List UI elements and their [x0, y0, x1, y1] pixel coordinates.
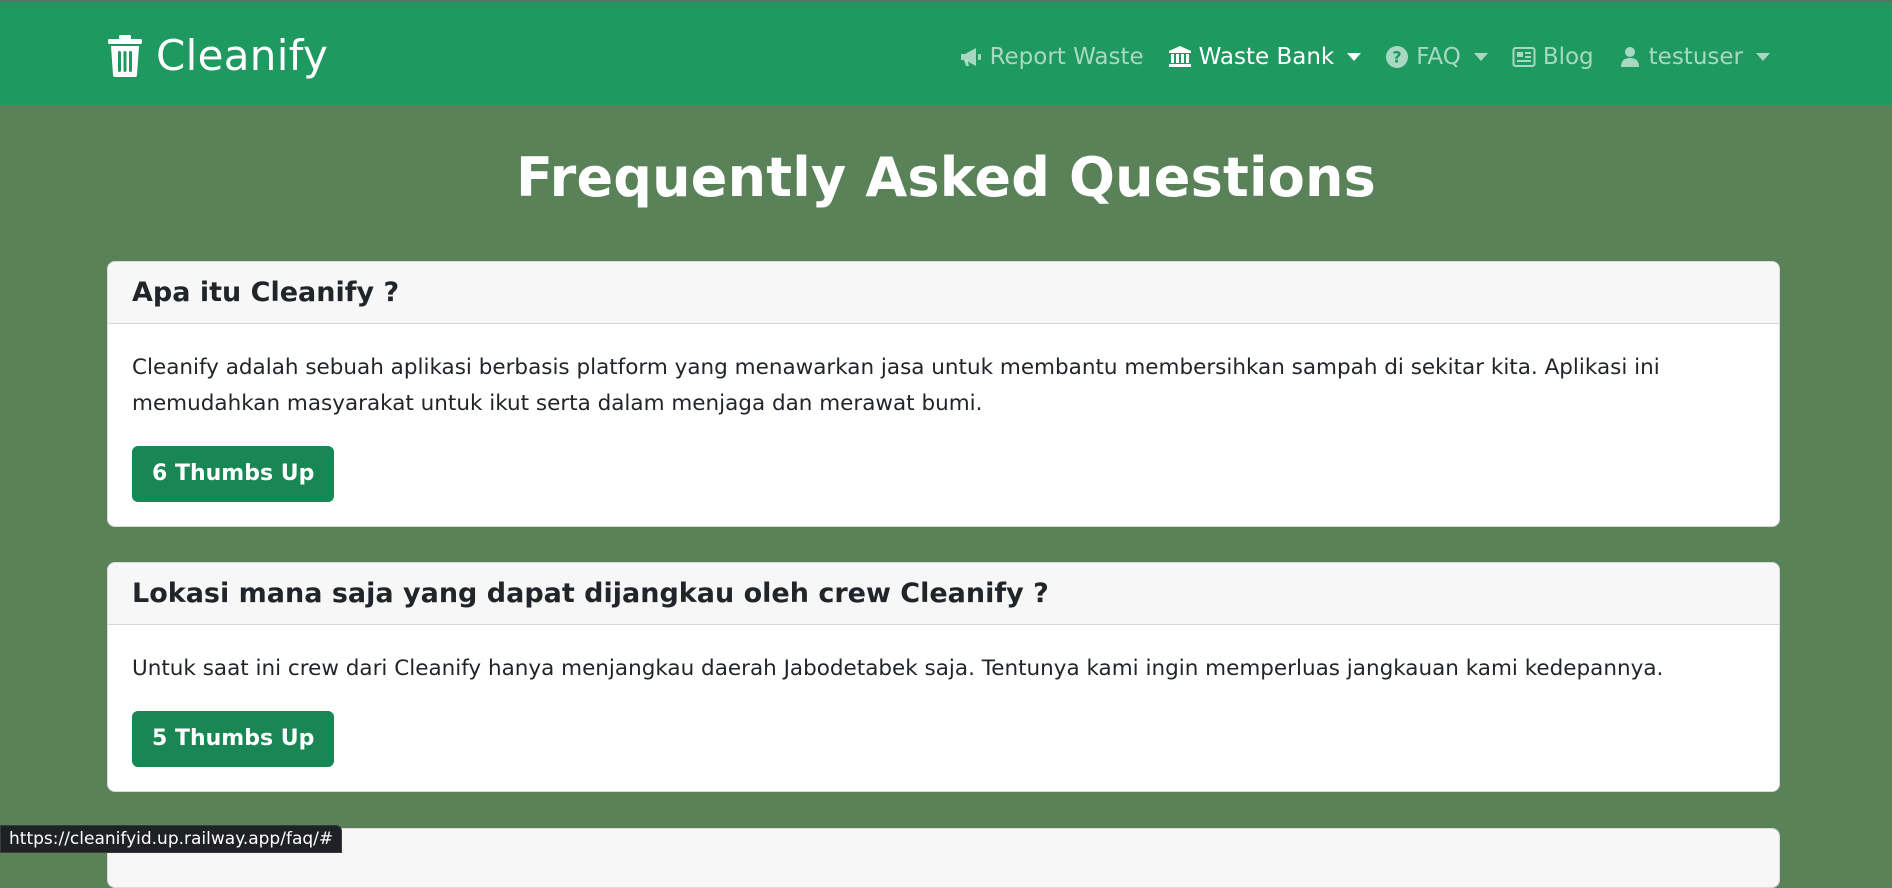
brand-link[interactable]: Cleanify — [108, 30, 328, 82]
thumbs-up-button[interactable]: 6 Thumbs Up — [132, 446, 335, 502]
nav-item-faq[interactable]: ? FAQ — [1385, 44, 1488, 70]
nav-item-report-waste[interactable]: Report Waste — [959, 44, 1144, 70]
bank-icon — [1168, 46, 1191, 67]
status-bar-url: https://cleanifyid.up.railway.app/faq/# — [0, 825, 343, 853]
nav-item-waste-bank[interactable]: Waste Bank — [1168, 44, 1362, 70]
brand-name: Cleanify — [156, 31, 329, 80]
navbar: Cleanify Report Waste Waste Bank ? FAQ B… — [0, 2, 1892, 105]
user-icon — [1620, 47, 1639, 67]
faq-answer: Cleanify adalah sebuah aplikasi berbasis… — [132, 355, 1660, 416]
faq-card-partial — [107, 828, 1780, 888]
nav-label-user: testuser — [1648, 44, 1743, 70]
page-title: Frequently Asked Questions — [516, 146, 1376, 209]
faq-card-header: Apa itu Cleanify ? — [108, 262, 1779, 324]
faq-question: Apa itu Cleanify ? — [132, 277, 400, 308]
faq-card-body: Cleanify adalah sebuah aplikasi berbasis… — [108, 324, 1779, 502]
faq-question: Lokasi mana saja yang dapat dijangkau ol… — [132, 578, 1049, 609]
chevron-down-icon — [1347, 53, 1362, 61]
faq-card-header: Lokasi mana saja yang dapat dijangkau ol… — [108, 563, 1779, 625]
faq-answer: Untuk saat ini crew dari Cleanify hanya … — [132, 656, 1664, 681]
faq-card-header — [108, 829, 1779, 887]
newspaper-icon — [1512, 47, 1536, 67]
nav-label-faq: FAQ — [1416, 44, 1461, 70]
nav-item-blog[interactable]: Blog — [1512, 44, 1594, 70]
faq-card: Lokasi mana saja yang dapat dijangkau ol… — [107, 562, 1780, 792]
nav-menu: Report Waste Waste Bank ? FAQ Blog testu… — [959, 38, 1770, 76]
megaphone-icon — [960, 48, 981, 66]
nav-label-waste-bank: Waste Bank — [1198, 44, 1335, 70]
chevron-down-icon — [1473, 53, 1488, 61]
svg-text:?: ? — [1393, 48, 1402, 67]
faq-card: Apa itu Cleanify ? Cleanify adalah sebua… — [107, 261, 1780, 527]
nav-label-report-waste: Report Waste — [989, 44, 1144, 70]
chevron-down-icon — [1756, 53, 1770, 61]
thumbs-up-button[interactable]: 5 Thumbs Up — [132, 711, 335, 767]
nav-label-blog: Blog — [1542, 44, 1594, 70]
faq-card-body: Untuk saat ini crew dari Cleanify hanya … — [108, 625, 1779, 767]
nav-item-user[interactable]: testuser — [1618, 44, 1770, 70]
trash-icon — [108, 35, 142, 77]
question-circle-icon: ? — [1386, 46, 1409, 68]
